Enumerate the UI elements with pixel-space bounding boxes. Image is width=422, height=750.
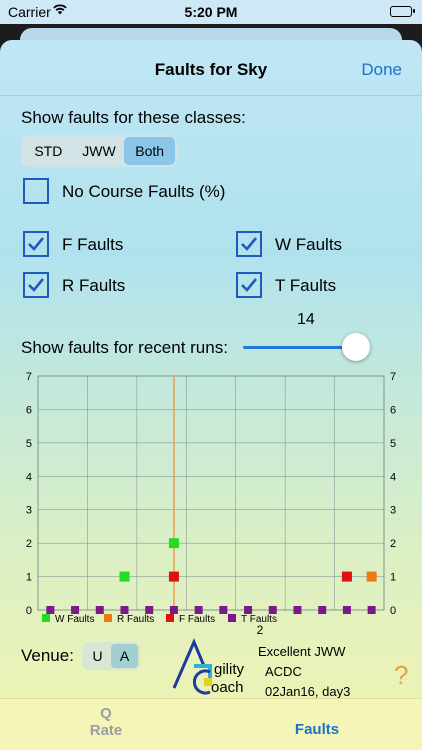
y-tick-label-right: 4 — [390, 471, 396, 483]
venue-option-u[interactable]: U — [84, 644, 111, 668]
tab-bar: Q Rate Faults — [0, 698, 422, 750]
f-faults-checkbox[interactable] — [23, 231, 49, 257]
help-button[interactable]: ? — [394, 660, 408, 691]
legend-label: F Faults — [179, 614, 215, 625]
recent-runs-label: Show faults for recent runs: — [21, 338, 228, 357]
w-faults-checkbox[interactable] — [236, 231, 262, 257]
r-faults-label: R Faults — [62, 276, 126, 295]
svg-text:oach: oach — [211, 679, 244, 696]
run-class: Excellent JWW — [258, 644, 346, 659]
data-point-t-faults — [219, 606, 228, 614]
data-point-w-faults — [119, 571, 130, 582]
venue-segmented-control: U A — [82, 642, 140, 670]
navigation-bar: Faults for Sky Done — [0, 40, 422, 96]
data-point-t-faults — [342, 606, 351, 614]
y-tick-label-right: 5 — [390, 438, 396, 450]
t-faults-checkbox[interactable] — [236, 272, 262, 298]
no-course-faults-checkbox[interactable] — [23, 178, 49, 204]
venue-option-a[interactable]: A — [111, 644, 138, 668]
recent-runs-slider-thumb[interactable] — [342, 333, 370, 361]
data-point-f-faults — [341, 571, 352, 582]
segment-std[interactable]: STD — [23, 137, 74, 165]
data-point-t-faults — [318, 606, 327, 614]
y-tick-label-left: 6 — [26, 404, 32, 416]
rate-q-icon: Q — [100, 705, 112, 722]
venue-label: Venue: — [21, 646, 74, 665]
faults-sheet: Faults for Sky Done Show faults for thes… — [0, 40, 422, 750]
r-faults-checkbox[interactable] — [23, 272, 49, 298]
recent-runs-slider-track[interactable] — [243, 346, 355, 349]
y-tick-label-right: 6 — [390, 404, 396, 416]
segment-jww[interactable]: JWW — [74, 137, 125, 165]
data-point-w-faults — [168, 538, 179, 549]
legend-swatch — [228, 614, 236, 622]
data-point-t-faults — [268, 606, 277, 614]
data-point-t-faults — [169, 606, 178, 614]
tab-rate[interactable]: Q Rate — [88, 705, 124, 739]
y-tick-label-left: 5 — [26, 438, 32, 450]
done-button[interactable]: Done — [361, 60, 402, 80]
agility-coach-logo: gility oach — [172, 638, 245, 696]
checkmark-icon — [28, 237, 45, 251]
status-bar: Carrier 5:20 PM — [0, 0, 422, 24]
tab-faults[interactable]: Faults — [282, 721, 352, 738]
tab-rate-label: Rate — [89, 722, 123, 739]
data-point-t-faults — [145, 606, 154, 614]
y-tick-label-right: 1 — [390, 572, 396, 584]
w-faults-label: W Faults — [275, 235, 343, 254]
data-point-t-faults — [95, 606, 104, 614]
y-tick-label-right: 3 — [390, 505, 396, 517]
data-point-t-faults — [120, 606, 129, 614]
legend-swatch — [166, 614, 174, 622]
page-title: Faults for Sky — [154, 60, 268, 79]
data-point-t-faults — [194, 606, 203, 614]
svg-text:gility: gility — [214, 661, 245, 678]
class-segmented-control: STD JWW Both — [21, 135, 177, 167]
run-date: 02Jan16, day3 — [265, 684, 351, 699]
y-tick-label-right: 0 — [390, 605, 396, 617]
data-point-t-faults — [244, 606, 253, 614]
faults-chart[interactable]: 0 0 1 1 2 2 3 3 4 4 5 5 6 6 7 7 W Faults R Faults F Faults… — [0, 364, 422, 634]
battery-icon — [390, 6, 415, 17]
legend-swatch — [104, 614, 112, 622]
data-point-t-faults — [71, 606, 80, 614]
clock: 5:20 PM — [184, 4, 238, 20]
y-tick-label-left: 3 — [26, 505, 32, 517]
run-club: ACDC — [265, 664, 302, 679]
t-faults-label: T Faults — [275, 276, 337, 295]
y-tick-label-right: 7 — [390, 371, 396, 383]
plot-frame — [37, 375, 385, 611]
recent-runs-value: 14 — [297, 311, 315, 328]
data-point-f-faults — [168, 571, 179, 582]
f-faults-label: F Faults — [62, 235, 124, 254]
y-tick-label-left: 2 — [26, 538, 32, 550]
checkmark-icon — [241, 278, 258, 292]
legend-label: R Faults — [117, 614, 154, 625]
y-tick-label-right: 2 — [390, 538, 396, 550]
y-tick-label-left: 1 — [26, 572, 32, 584]
segment-both[interactable]: Both — [124, 137, 176, 165]
legend-swatch — [42, 614, 50, 622]
classes-heading: Show faults for these classes: — [21, 108, 246, 127]
selected-run-label: 2 — [257, 623, 264, 634]
no-course-faults-label: No Course Faults (%) — [62, 182, 226, 201]
y-tick-label-left: 0 — [26, 605, 32, 617]
data-point-t-faults — [46, 606, 55, 614]
data-point-t-faults — [293, 606, 302, 614]
legend-label: W Faults — [55, 614, 94, 625]
checkmark-icon — [28, 278, 45, 292]
checkmark-icon — [241, 237, 258, 251]
data-point-t-faults — [367, 606, 376, 614]
y-tick-label-left: 7 — [26, 371, 32, 383]
data-point-r-faults — [366, 571, 377, 582]
y-tick-label-left: 4 — [26, 471, 32, 483]
